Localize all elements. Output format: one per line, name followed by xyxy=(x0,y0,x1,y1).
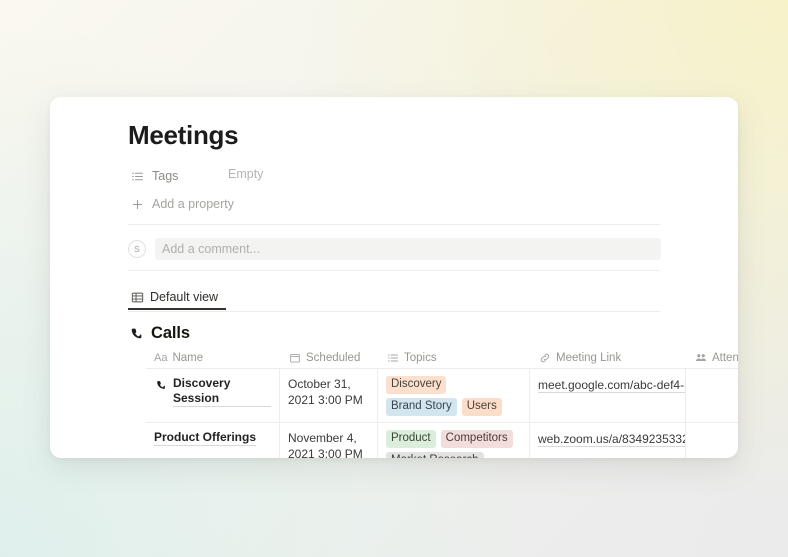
view-tabs: Default view xyxy=(128,286,227,312)
phone-icon xyxy=(128,326,144,342)
comment-input[interactable] xyxy=(155,238,661,260)
table-row[interactable]: Product Offerings November 4, 2021 3:00 … xyxy=(146,423,738,458)
column-header-meeting-link-label: Meeting Link xyxy=(556,351,622,364)
cell-meeting-link-text[interactable]: web.zoom.us/a/8349235332 xyxy=(538,432,685,447)
table-body: Discovery Session October 31, 2021 3:00 … xyxy=(146,368,738,458)
cell-name-text: Product Offerings xyxy=(154,430,257,446)
column-header-topics[interactable]: Topics xyxy=(378,347,530,368)
property-row-tags[interactable]: Tags xyxy=(130,167,178,185)
view-tabs-underline xyxy=(128,311,660,312)
table-row[interactable]: Discovery Session October 31, 2021 3:00 … xyxy=(146,369,738,423)
people-icon xyxy=(694,351,707,364)
list-icon xyxy=(386,351,399,364)
tag: Users xyxy=(461,398,502,416)
cell-scheduled-text: October 31, 2021 3:00 PM xyxy=(288,377,363,407)
tag: Product xyxy=(386,430,436,448)
database-title: Calls xyxy=(151,324,190,342)
tab-default-view[interactable]: Default view xyxy=(128,286,227,310)
divider-comment xyxy=(128,270,660,271)
plus-icon xyxy=(130,197,145,212)
add-property-label: Add a property xyxy=(152,197,234,211)
link-icon xyxy=(538,351,551,364)
cell-meeting-link[interactable]: meet.google.com/abc-def4-hij xyxy=(530,369,686,422)
database-heading: Calls xyxy=(128,324,190,343)
list-icon xyxy=(130,169,145,184)
cell-name[interactable]: Product Offerings xyxy=(146,423,280,458)
cell-topics[interactable]: Discovery Brand Story Users xyxy=(378,369,530,422)
column-header-attendees-label: Attendees xyxy=(712,351,738,364)
column-header-meeting-link[interactable]: Meeting Link xyxy=(530,347,686,368)
column-header-name[interactable]: Aa Name xyxy=(146,347,280,368)
table-icon xyxy=(130,290,144,304)
tag: Brand Story xyxy=(386,398,457,416)
cell-meeting-link[interactable]: web.zoom.us/a/8349235332 xyxy=(530,423,686,458)
page-card-inner: Meetings Tags Empty Add a property S Add… xyxy=(50,97,738,458)
property-label-tags: Tags xyxy=(152,169,179,183)
column-header-name-label: Name xyxy=(172,351,204,364)
page-title: Meetings xyxy=(128,120,239,150)
cell-name[interactable]: Discovery Session xyxy=(146,369,280,422)
add-property-button[interactable]: Add a property xyxy=(130,195,234,213)
cell-attendees[interactable] xyxy=(686,423,738,458)
tag: Competitors xyxy=(440,430,513,448)
tag-list: Discovery Brand Story Users xyxy=(386,376,521,416)
tag: Market Research xyxy=(386,452,484,458)
cell-scheduled[interactable]: November 4, 2021 3:00 PM xyxy=(280,423,378,458)
cell-meeting-link-text[interactable]: meet.google.com/abc-def4-hij xyxy=(538,378,685,393)
column-header-topics-label: Topics xyxy=(404,351,437,364)
page-card: Meetings Tags Empty Add a property S Add… xyxy=(50,97,738,458)
divider-properties xyxy=(128,224,660,225)
calendar-icon xyxy=(288,351,301,364)
column-header-attendees[interactable]: Attendees xyxy=(686,347,738,368)
tag-list: Product Competitors Market Research xyxy=(386,430,521,458)
tag: Discovery xyxy=(386,376,447,394)
column-header-scheduled-label: Scheduled xyxy=(306,351,361,364)
calls-table: Aa Name Scheduled Topics Meeting Link At… xyxy=(146,347,738,458)
avatar[interactable]: S xyxy=(128,240,146,258)
aa-icon: Aa xyxy=(154,351,168,364)
cell-name-text: Discovery Session xyxy=(173,376,271,407)
comment-row: S xyxy=(128,238,661,260)
cell-scheduled-text: November 4, 2021 3:00 PM xyxy=(288,431,363,458)
column-header-scheduled[interactable]: Scheduled xyxy=(280,347,378,368)
tab-default-view-label: Default view xyxy=(150,290,219,304)
cell-topics[interactable]: Product Competitors Market Research xyxy=(378,423,530,458)
table-header-row: Aa Name Scheduled Topics Meeting Link At… xyxy=(146,347,738,368)
cell-scheduled[interactable]: October 31, 2021 3:00 PM xyxy=(280,369,378,422)
cell-attendees[interactable] xyxy=(686,369,738,422)
phone-icon xyxy=(154,378,167,391)
property-value-tags[interactable]: Empty xyxy=(228,167,263,181)
